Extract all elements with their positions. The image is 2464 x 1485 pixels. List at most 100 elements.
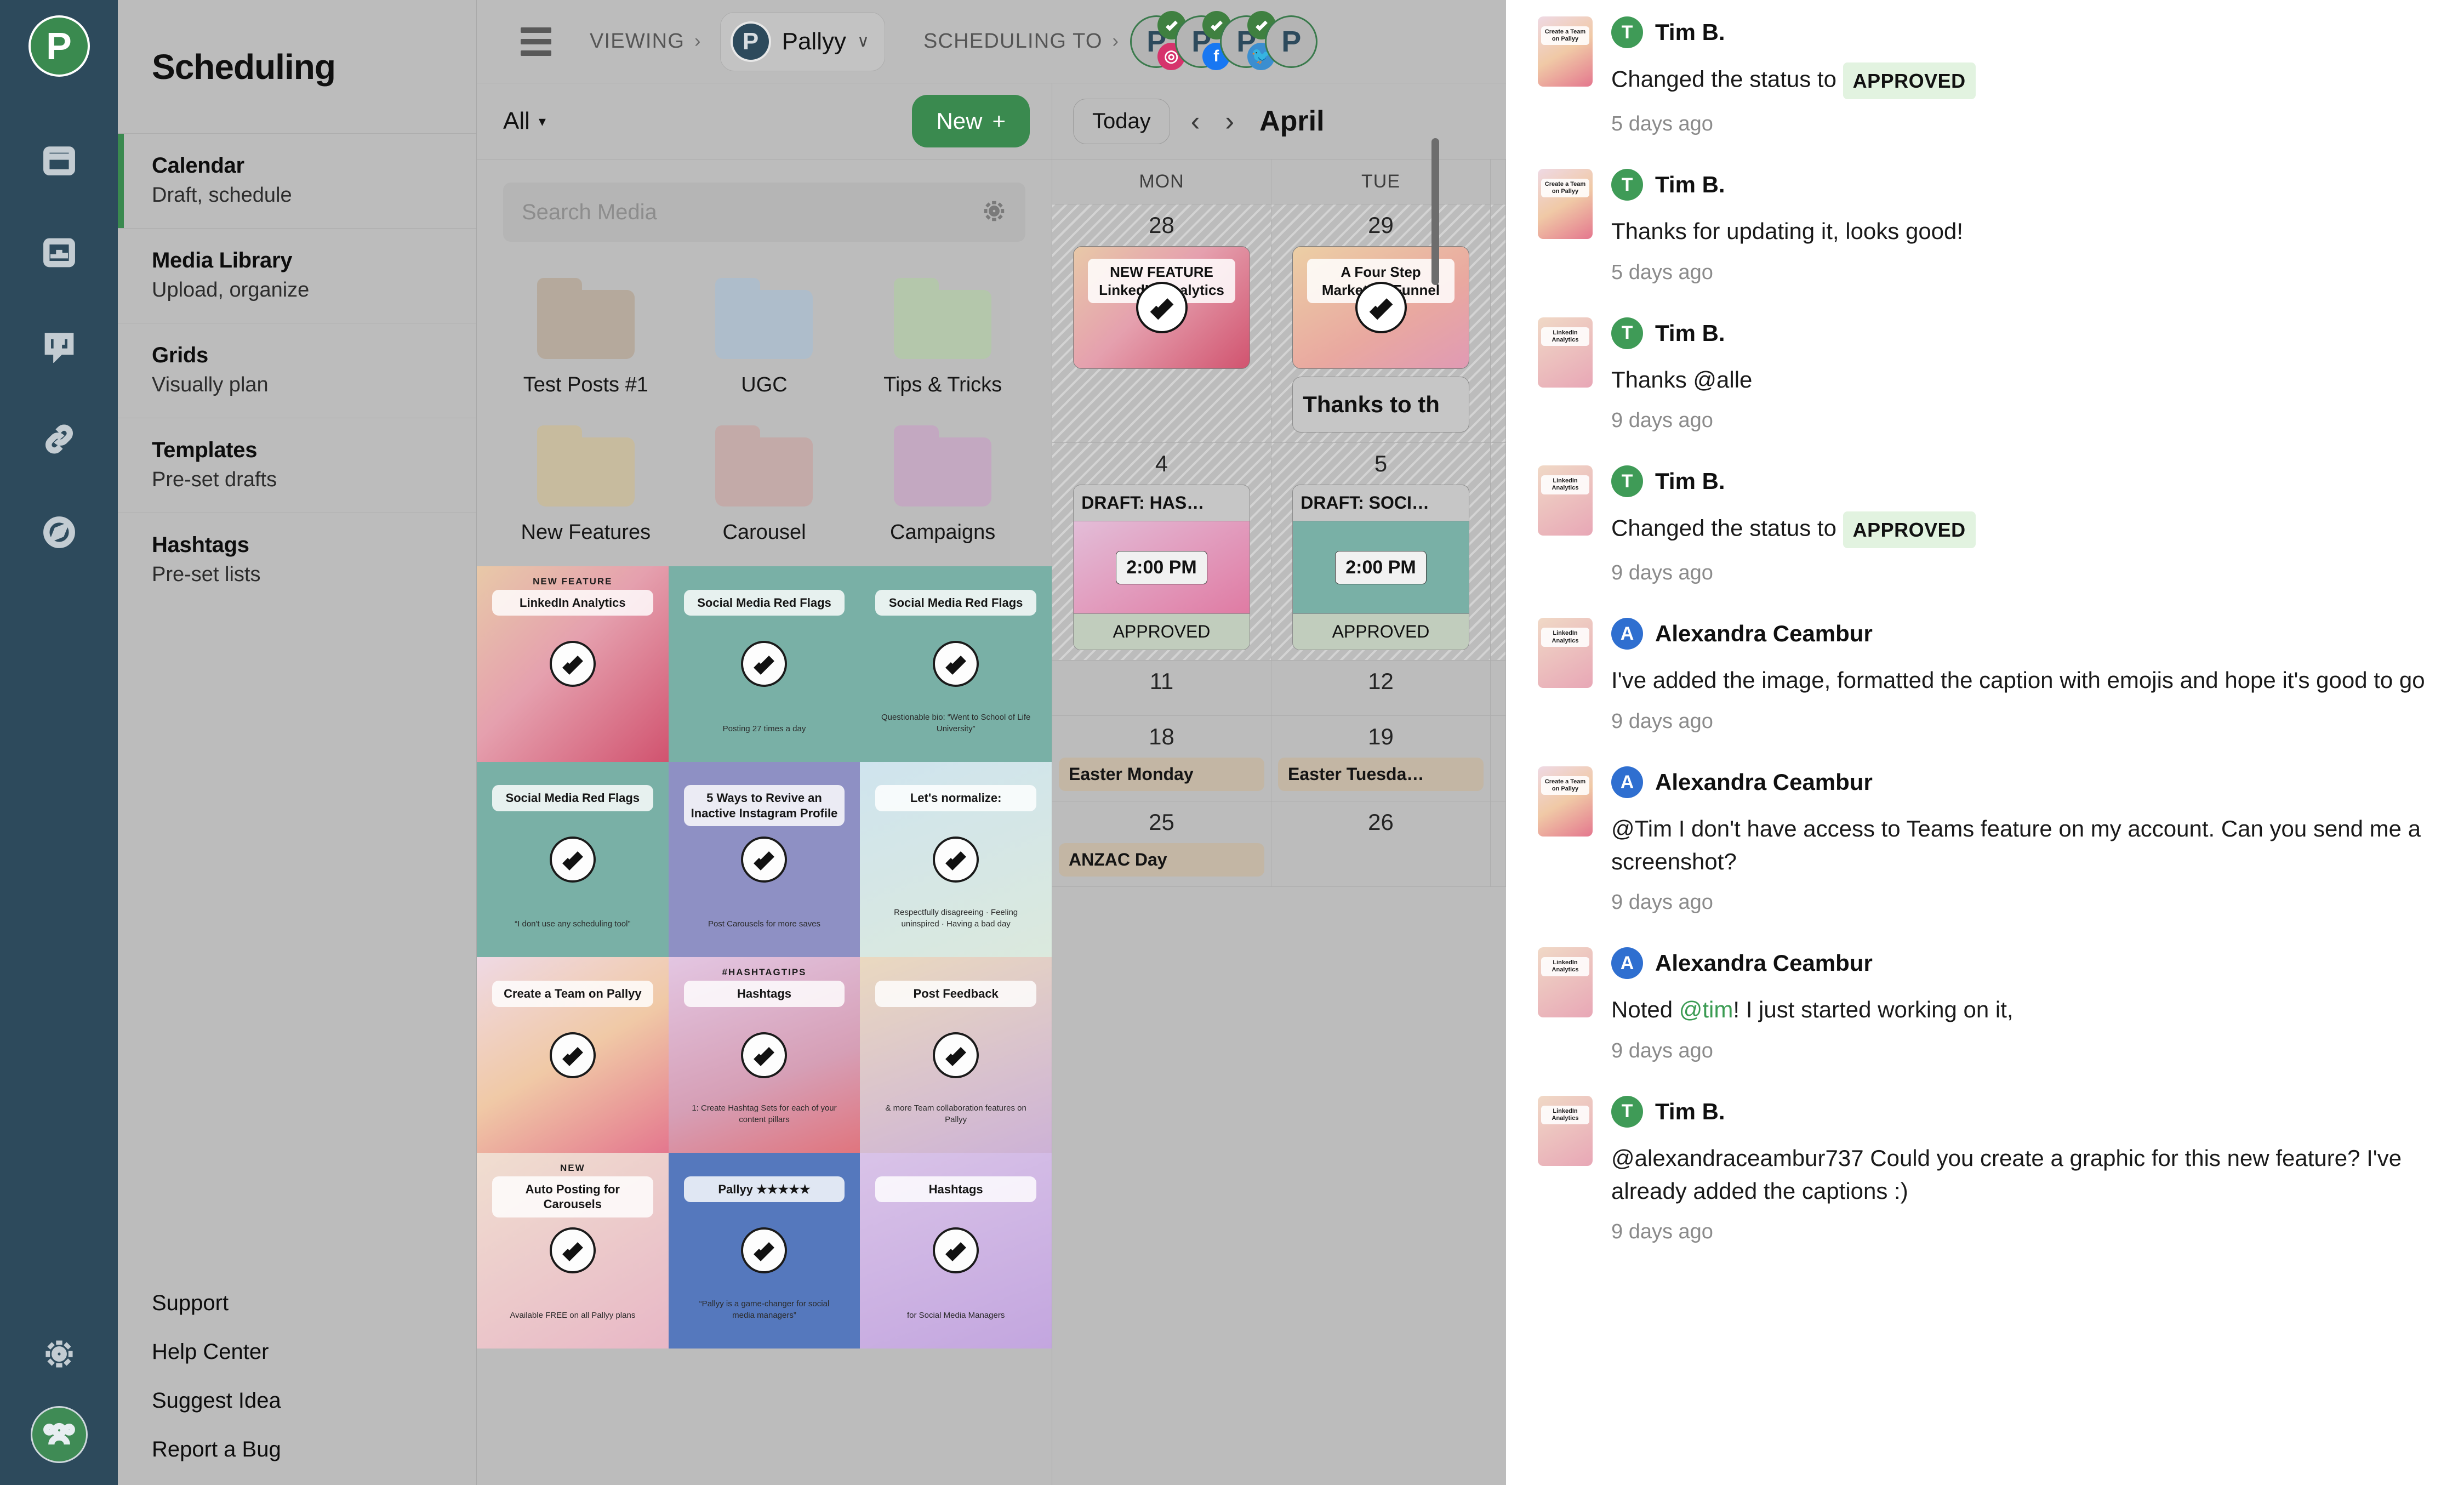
- media-thumbnail[interactable]: NEW FEATURE LinkedIn Analytics: [477, 566, 669, 762]
- activity-item[interactable]: Create a Team on Pallyy A Alexandra Ceam…: [1506, 750, 2464, 931]
- sidebar-item-templates[interactable]: Templates Pre-set drafts: [118, 418, 476, 513]
- gear-icon[interactable]: [982, 198, 1007, 226]
- prev-month-button[interactable]: ‹: [1187, 105, 1205, 137]
- selected-check-icon[interactable]: [933, 1227, 979, 1274]
- activity-body: A Alexandra Ceambur @Tim I don't have ac…: [1611, 766, 2433, 914]
- calendar-day-cell[interactable]: 12: [1271, 661, 1491, 715]
- activity-thumbnail-caption: LinkedIn Analytics: [1541, 1105, 1589, 1125]
- selected-check-icon[interactable]: [741, 1032, 788, 1078]
- selected-check-icon[interactable]: [741, 836, 788, 883]
- activity-thumbnail[interactable]: LinkedIn Analytics: [1538, 947, 1593, 1018]
- media-thumbnail[interactable]: Pallyy ★★★★★ “Pallyy is a game-changer f…: [668, 1152, 860, 1349]
- folder-item[interactable]: Tips & Tricks: [853, 264, 1032, 411]
- selected-check-icon[interactable]: [933, 1032, 979, 1078]
- media-filter-dropdown[interactable]: All ▾: [503, 107, 546, 135]
- activity-thumbnail[interactable]: LinkedIn Analytics: [1538, 317, 1593, 388]
- post-time: 2:00 PM: [1335, 550, 1427, 584]
- calendar-day-cell[interactable]: 4 DRAFT: HAS… 2:00 PM APPROVED: [1052, 443, 1271, 660]
- calendar-scrollbar[interactable]: [1431, 138, 1439, 285]
- support-link[interactable]: Support: [152, 1291, 476, 1316]
- thumbnail-eyebrow: #HASHTAGTIPS: [722, 967, 807, 978]
- selected-check-icon[interactable]: [741, 641, 788, 687]
- thumbnail-subtext: Questionable bio: “Went to School of Lif…: [881, 712, 1031, 733]
- media-thumbnail[interactable]: Social Media Red Flags “I don't use any …: [477, 761, 669, 958]
- folder-item[interactable]: UGC: [675, 264, 854, 411]
- activity-item[interactable]: LinkedIn Analytics T Tim B. Thanks @alle…: [1506, 301, 2464, 450]
- calendar-day-cell[interactable]: 19 Easter Tuesda…: [1271, 716, 1491, 801]
- activity-item[interactable]: LinkedIn Analytics T Tim B. Changed the …: [1506, 449, 2464, 601]
- scheduled-post-card[interactable]: DRAFT: HAS… 2:00 PM APPROVED: [1073, 485, 1250, 650]
- calendar-day-cell[interactable]: 25 ANZAC Day: [1052, 801, 1271, 886]
- calendar-day-cell[interactable]: 29 A Four Step Marketing Funnel Thanks t…: [1271, 204, 1491, 442]
- sidebar-item-calendar[interactable]: Calendar Draft, schedule: [118, 133, 476, 228]
- folder-item[interactable]: Test Posts #1: [497, 264, 675, 411]
- search-input[interactable]: [522, 200, 910, 225]
- activity-item[interactable]: Create a Team on Pallyy T Tim B. Changed…: [1506, 0, 2464, 152]
- folder-item[interactable]: Campaigns: [853, 411, 1032, 559]
- link-icon[interactable]: [38, 418, 81, 460]
- activity-item[interactable]: LinkedIn Analytics T Tim B. @alexandrace…: [1506, 1079, 2464, 1260]
- selected-check-icon[interactable]: [933, 641, 979, 687]
- team-button[interactable]: [30, 1406, 88, 1463]
- rail-icon-list: [38, 138, 81, 554]
- media-thumbnail[interactable]: Post Feedback & more Team collaboration …: [860, 957, 1052, 1153]
- selected-check-icon[interactable]: [549, 836, 596, 883]
- calendar-day-cell[interactable]: 28 NEW FEATURE LinkedIn Analytics: [1052, 204, 1271, 442]
- media-thumbnail[interactable]: Create a Team on Pallyy: [477, 957, 669, 1153]
- day-number: 11: [1149, 668, 1174, 694]
- next-month-button[interactable]: ›: [1220, 105, 1239, 137]
- calendar-day-cell[interactable]: 26: [1271, 801, 1491, 886]
- compass-icon[interactable]: [38, 511, 81, 554]
- today-button[interactable]: Today: [1073, 98, 1170, 144]
- activity-thumbnail[interactable]: Create a Team on Pallyy: [1538, 16, 1593, 87]
- selected-check-icon[interactable]: [549, 1227, 596, 1274]
- activity-thumbnail[interactable]: LinkedIn Analytics: [1538, 465, 1593, 536]
- selected-check-icon[interactable]: [549, 641, 596, 687]
- sidebar-item-hashtags[interactable]: Hashtags Pre-set lists: [118, 513, 476, 607]
- selected-check-icon[interactable]: [549, 1032, 596, 1078]
- calendar-day-cell[interactable]: 11: [1052, 661, 1271, 715]
- selected-check-icon[interactable]: [933, 836, 979, 883]
- folder-item[interactable]: Carousel: [675, 411, 854, 559]
- media-thumbnail[interactable]: 5 Ways to Revive an Inactive Instagram P…: [668, 761, 860, 958]
- analytics-icon[interactable]: [38, 231, 81, 274]
- post-card[interactable]: NEW FEATURE LinkedIn Analytics: [1073, 246, 1250, 369]
- account-avatar-more[interactable]: P: [1265, 15, 1318, 68]
- hamburger-icon[interactable]: [521, 27, 551, 56]
- media-thumbnail[interactable]: Hashtags for Social Media Managers: [860, 1152, 1052, 1349]
- workspace-selector[interactable]: P Pallyy ∨: [720, 12, 885, 71]
- calendar-day-cell[interactable]: 18 Easter Monday: [1052, 716, 1271, 801]
- calendar-icon[interactable]: [38, 138, 81, 181]
- calendar-day-cell[interactable]: 5 DRAFT: SOCI… 2:00 PM APPROVED: [1271, 443, 1491, 660]
- post-card[interactable]: A Four Step Marketing Funnel: [1292, 246, 1469, 369]
- search-media-field[interactable]: [503, 183, 1025, 242]
- activity-item[interactable]: Create a Team on Pallyy T Tim B. Thanks …: [1506, 152, 2464, 301]
- activity-thumbnail[interactable]: LinkedIn Analytics: [1538, 618, 1593, 689]
- sidebar-item-grids[interactable]: Grids Visually plan: [118, 323, 476, 418]
- sidebar-item-media-library[interactable]: Media Library Upload, organize: [118, 228, 476, 323]
- activity-item[interactable]: LinkedIn Analytics A Alexandra Ceambur N…: [1506, 931, 2464, 1079]
- media-thumbnail[interactable]: Social Media Red Flags Posting 27 times …: [668, 566, 860, 762]
- activity-thumbnail[interactable]: LinkedIn Analytics: [1538, 1095, 1593, 1166]
- comment-icon[interactable]: [38, 325, 81, 367]
- activity-author: Tim B.: [1655, 1098, 1725, 1124]
- suggest-idea-link[interactable]: Suggest Idea: [152, 1389, 476, 1413]
- scheduled-post-card[interactable]: DRAFT: SOCI… 2:00 PM APPROVED: [1292, 485, 1469, 650]
- media-thumbnail[interactable]: #HASHTAGTIPS Hashtags 1: Create Hashtag …: [668, 957, 860, 1153]
- post-card-text[interactable]: Thanks to th: [1292, 377, 1469, 433]
- calendar-week-row: 18 Easter Monday 19 Easter Tuesda…: [1052, 716, 1506, 801]
- gear-icon[interactable]: [38, 1333, 81, 1375]
- media-thumbnail[interactable]: Let's normalize: Respectfully disagreein…: [860, 761, 1052, 958]
- folder-item[interactable]: New Features: [497, 411, 675, 559]
- media-thumbnail[interactable]: NEW Auto Posting for Carousels Available…: [477, 1152, 669, 1349]
- report-bug-link[interactable]: Report a Bug: [152, 1437, 476, 1462]
- help-center-link[interactable]: Help Center: [152, 1340, 476, 1364]
- activity-thumbnail[interactable]: Create a Team on Pallyy: [1538, 169, 1593, 240]
- activity-item[interactable]: LinkedIn Analytics A Alexandra Ceambur I…: [1506, 601, 2464, 750]
- new-button[interactable]: New +: [912, 95, 1030, 147]
- media-thumbnail[interactable]: Social Media Red Flags Questionable bio:…: [860, 566, 1052, 762]
- selected-check-icon[interactable]: [741, 1227, 788, 1274]
- activity-thumbnail[interactable]: Create a Team on Pallyy: [1538, 766, 1593, 837]
- media-library-panel: All ▾ New + Test Posts #1 U: [477, 83, 1052, 1485]
- page-title: Scheduling: [152, 47, 336, 87]
